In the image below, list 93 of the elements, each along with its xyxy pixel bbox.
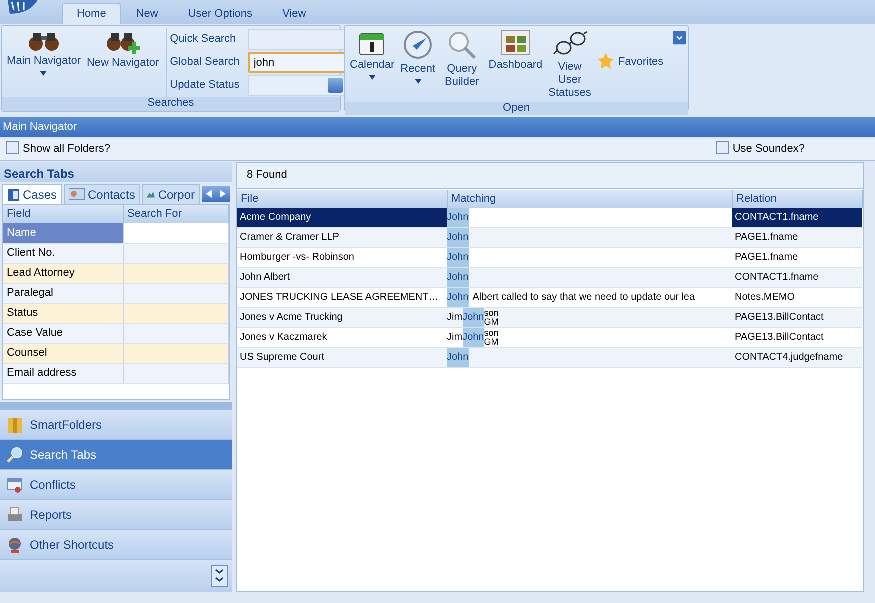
window-icon <box>6 476 24 494</box>
ribbon-button[interactable]: Favorites <box>594 50 667 75</box>
search-tab[interactable]: Corpor <box>142 184 200 204</box>
column-header: Relation <box>732 190 862 208</box>
match-text: John <box>462 308 484 327</box>
field-label: Update Status <box>170 78 241 93</box>
table-cell[interactable]: John Albert <box>237 268 447 288</box>
star-icon <box>597 52 616 70</box>
magnifier-icon <box>447 30 478 60</box>
table-cell: CONTACT1.fname <box>732 268 862 288</box>
field-name-cell[interactable]: Name <box>3 223 123 243</box>
ribbon-tab[interactable]: User Options <box>173 3 268 24</box>
match-text: John <box>447 208 469 227</box>
table-cell[interactable]: US Supreme Court <box>237 348 447 368</box>
field-label: Global Search <box>170 55 241 70</box>
scroll-left-button[interactable] <box>202 186 216 202</box>
folder-icon <box>7 188 20 202</box>
group-title: Searches <box>2 97 340 111</box>
ribbon-button[interactable]: Dashboard <box>486 28 546 74</box>
table-cell: PAGE1.fname <box>732 228 862 248</box>
arrow-left-icon <box>206 190 212 198</box>
table-cell[interactable]: Jones v Acme Trucking <box>237 308 447 328</box>
ribbon-button[interactable]: View User Statuses <box>546 28 594 102</box>
group-title: Open <box>345 102 688 115</box>
ribbon-button[interactable]: New Navigator <box>84 28 162 72</box>
search-value-cell[interactable] <box>123 263 228 283</box>
binoculars-icon <box>28 30 60 52</box>
folder-icon <box>6 416 24 434</box>
ribbon-button[interactable]: Recent <box>398 28 438 89</box>
splitter-handle[interactable] <box>0 402 232 410</box>
nav-item[interactable]: Search Tabs <box>0 440 232 470</box>
search-value-cell[interactable] <box>123 343 228 363</box>
table-cell: CONTACT1.fname <box>732 208 862 228</box>
ribbon-button[interactable]: Calendar <box>347 28 398 85</box>
section-title: Search Tabs <box>0 162 232 182</box>
field-name-cell[interactable]: Status <box>3 303 123 323</box>
field-name-cell[interactable]: Email address <box>3 363 123 383</box>
match-text: Jim <box>447 311 463 325</box>
table-cell: CONTACT4.judgefname <box>732 348 862 368</box>
search-value-cell[interactable] <box>123 363 228 383</box>
search-value-cell[interactable] <box>123 303 228 323</box>
match-text: son GM <box>484 328 499 347</box>
search-tab[interactable]: Cases <box>2 184 62 204</box>
checkbox[interactable]: Use Soundex? <box>716 141 805 158</box>
column-header: File <box>237 190 447 208</box>
search-field[interactable]: john <box>250 54 346 71</box>
column-header: Matching <box>447 190 732 208</box>
search-value-cell[interactable] <box>123 223 228 243</box>
search-value-cell[interactable] <box>123 323 228 343</box>
field-name-cell[interactable]: Paralegal <box>3 283 123 303</box>
search-icon <box>6 446 24 464</box>
scroll-right-button[interactable] <box>216 186 230 202</box>
nav-item[interactable]: Reports <box>0 500 232 530</box>
nav-item[interactable]: Other Shortcuts <box>0 530 232 560</box>
chevron-down-icon <box>215 569 224 584</box>
column-header: Field <box>3 205 123 223</box>
clock-icon <box>403 30 434 60</box>
dashboard-icon <box>500 30 531 56</box>
more-button[interactable] <box>211 565 228 588</box>
match-text: Jim <box>447 331 463 345</box>
ribbon-tab[interactable]: Home <box>62 3 122 24</box>
match-text: Albert called to say that we need to update our lea <box>472 291 696 305</box>
field-name-cell[interactable]: Lead Attorney <box>3 263 123 283</box>
search-tab[interactable]: Contacts <box>64 184 140 204</box>
arrow-right-icon <box>220 190 226 198</box>
printer-icon <box>6 506 24 524</box>
table-cell[interactable]: Cramer & Cramer LLP <box>237 228 447 248</box>
search-value-cell[interactable] <box>123 283 228 303</box>
table-cell[interactable]: Acme Company <box>237 208 447 228</box>
nav-item[interactable]: SmartFolders <box>0 410 232 440</box>
panel-title: Main Navigator <box>0 117 875 137</box>
globe-icon <box>6 536 24 554</box>
field-name-cell[interactable]: Client No. <box>3 243 123 263</box>
ribbon-button[interactable]: Query Builder <box>438 28 486 91</box>
ribbon-tab[interactable]: View <box>268 3 322 24</box>
field-name-cell[interactable]: Case Value <box>3 323 123 343</box>
match-text: John <box>447 268 469 287</box>
result-count: 8 Found <box>247 169 288 181</box>
column-header: Search For <box>123 205 228 223</box>
field-name-cell[interactable]: Counsel <box>3 343 123 363</box>
ribbon-tab[interactable]: New <box>121 3 174 24</box>
field-label: Quick Search <box>170 32 238 47</box>
nav-item[interactable]: Conflicts <box>0 470 232 500</box>
match-text: John <box>447 248 469 267</box>
ribbon-button[interactable]: Main Navigator <box>4 28 84 81</box>
match-text: John <box>447 348 469 367</box>
search-value-cell[interactable] <box>123 243 228 263</box>
checkbox[interactable]: Show all Folders? <box>6 141 110 158</box>
contact-card-icon <box>69 188 86 201</box>
match-text: John <box>447 288 469 307</box>
table-cell: PAGE13.BillContact <box>732 308 862 328</box>
match-text: John <box>447 228 469 247</box>
binoculars-plus-icon <box>106 30 140 54</box>
